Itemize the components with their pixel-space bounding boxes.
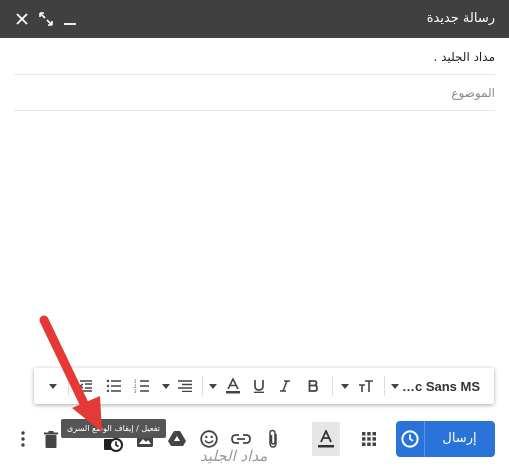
apps-grid-button[interactable] [356,422,382,456]
chevron-down-icon [162,383,170,389]
bold-button[interactable] [302,374,324,398]
formatting-options-icon [318,430,334,448]
confidential-mode-tooltip: تفعيل / إيقاف الوضع السرى [61,419,166,438]
attach-icon [269,429,277,448]
font-dropdown[interactable] [388,374,402,398]
emoji-icon [200,430,218,448]
divider [384,376,385,396]
chevron-down-icon [341,383,349,389]
chevron-down-icon [391,383,399,389]
more-options-button[interactable] [12,422,34,456]
minimize-icon[interactable] [60,9,80,29]
align-dropdown-button[interactable] [158,374,174,398]
to-field[interactable]: مداد الجليد . [14,40,495,75]
compose-title: رسالة جديدة [426,11,495,26]
watermark: مداد الجليد [200,447,268,465]
insert-link-icon [231,434,251,444]
divider [202,376,203,396]
message-body[interactable] [14,112,495,362]
bold-icon [308,380,318,392]
formatting-options-button[interactable] [312,422,340,456]
divider [68,376,69,396]
font-name: …c Sans MS [402,378,481,394]
underline-icon [254,380,264,393]
text-size-button[interactable] [354,374,378,398]
text-size-icon [359,380,373,392]
more-formatting-button[interactable] [40,374,66,398]
apps-grid-icon [362,432,376,446]
text-color-button[interactable] [222,374,244,398]
text-color-icon [226,378,240,394]
schedule-send-button[interactable] [396,421,425,457]
discard-icon [44,430,58,448]
drive-icon [168,431,186,446]
expand-icon[interactable] [36,9,56,29]
drive-button[interactable] [164,422,190,456]
font-select[interactable]: …c Sans MS [402,374,488,398]
subject-input[interactable] [14,77,495,109]
align-button[interactable] [174,374,196,398]
chevron-down-icon [49,383,57,389]
underline-button[interactable] [248,374,270,398]
close-icon[interactable] [12,9,32,29]
text-color-dropdown[interactable] [206,374,220,398]
italic-icon [280,380,290,392]
svg-text:3: 3 [134,389,137,393]
compose-header: رسالة جديدة [0,0,509,38]
compose-window: رسالة جديدة مداد الجليد . 123 [0,0,509,472]
send-button-group: إرسال [396,421,495,457]
formatting-toolbar: 123 …c Sans MS [34,368,494,404]
italic-button[interactable] [274,374,296,398]
numbered-list-icon: 123 [134,379,149,393]
send-button[interactable]: إرسال [424,421,495,457]
bulleted-list-icon [106,379,121,393]
more-options-icon [21,431,25,447]
text-size-dropdown[interactable] [338,374,352,398]
indent-less-button[interactable] [74,374,98,398]
schedule-send-icon [401,430,419,448]
indent-less-icon [78,380,92,392]
subject-field[interactable] [14,76,495,111]
numbered-list-button[interactable]: 123 [130,374,154,398]
align-icon [178,380,192,392]
chevron-down-icon [209,383,217,389]
divider [332,376,333,396]
bulleted-list-button[interactable] [102,374,126,398]
